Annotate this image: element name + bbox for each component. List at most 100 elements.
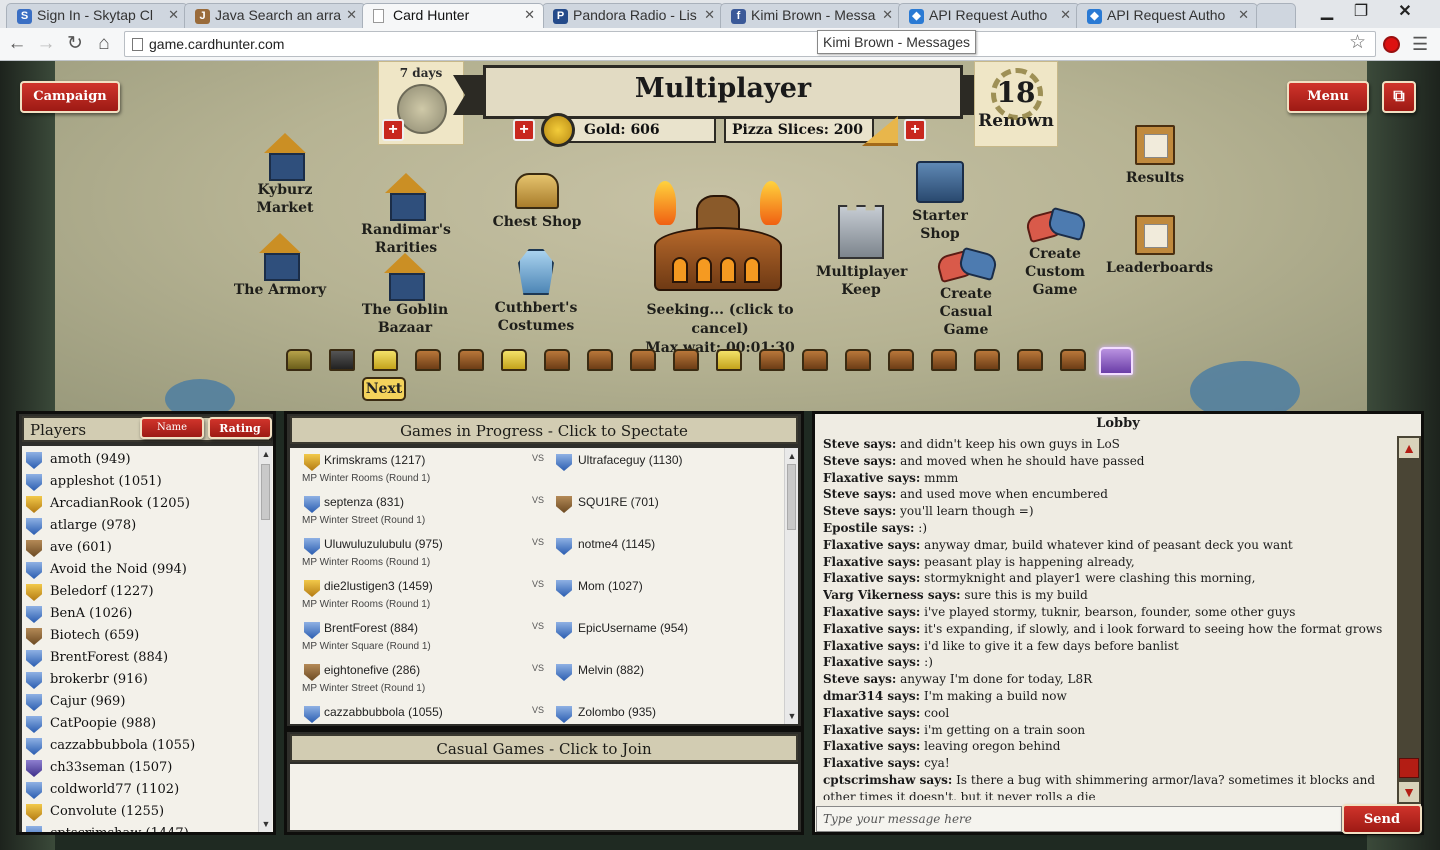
game-row[interactable]: BrentForest (884) VS EpicUsername (954) MP … <box>298 618 784 660</box>
scroll-up-icon[interactable]: ▲ <box>1399 438 1419 458</box>
chat-user[interactable]: Steve says: <box>823 487 896 501</box>
minimize-icon[interactable]: ▁ <box>1310 0 1344 24</box>
building-multiplayer-keep[interactable]: Multiplayer Keep <box>816 205 907 299</box>
chat-user[interactable]: Flaxative says: <box>823 571 920 585</box>
browser-tab[interactable]: S Sign In - Skytap Cl ✕ <box>6 3 188 28</box>
reload-icon[interactable]: ↻ <box>62 31 88 57</box>
reward-chest[interactable] <box>673 349 699 371</box>
building-starter-shop[interactable]: Starter Shop <box>894 161 986 243</box>
reward-chest[interactable] <box>931 349 957 371</box>
chat-user[interactable]: Flaxative says: <box>823 639 920 653</box>
chat-user[interactable]: Steve says: <box>823 454 896 468</box>
add-days-button[interactable]: + <box>382 119 404 141</box>
close-icon[interactable]: ✕ <box>168 7 179 23</box>
close-icon[interactable]: ✕ <box>704 7 715 23</box>
building-randimars-rarities[interactable]: Randimar's Rarities <box>336 173 476 257</box>
arena-seek-button[interactable] <box>648 181 788 293</box>
browser-tab[interactable]: J Java Search an arra ✕ <box>184 3 366 28</box>
menu-icon[interactable]: ☰ <box>1412 34 1428 55</box>
browser-tab[interactable]: f Kimi Brown - Messa ✕ <box>720 3 902 28</box>
chat-user[interactable]: Steve says: <box>823 504 896 518</box>
building-create-casual-game[interactable]: Create Casual Game <box>916 247 1016 340</box>
reward-chest[interactable] <box>716 349 742 371</box>
browser-tab[interactable]: ◆ API Request Autho ✕ <box>1076 3 1258 28</box>
scroll-down-icon[interactable]: ▼ <box>786 710 798 722</box>
forward-icon[interactable]: → <box>33 31 59 57</box>
reward-chest[interactable] <box>544 349 570 371</box>
chat-user[interactable]: cptscrimshaw says: <box>823 773 952 787</box>
fullscreen-icon[interactable]: ⧉ <box>1382 81 1416 113</box>
chat-user[interactable]: Flaxative says: <box>823 622 920 636</box>
close-icon[interactable]: ✕ <box>524 7 535 23</box>
scroll-down-icon[interactable]: ▼ <box>260 818 272 830</box>
reward-chest[interactable] <box>415 349 441 371</box>
epic-chest-icon[interactable] <box>1099 347 1133 375</box>
reward-chest[interactable] <box>888 349 914 371</box>
reward-chest-next[interactable] <box>372 349 398 371</box>
chat-user[interactable]: Steve says: <box>823 437 896 451</box>
reward-chest[interactable] <box>1017 349 1043 371</box>
campaign-button[interactable]: Campaign <box>20 81 120 113</box>
reward-chest[interactable] <box>630 349 656 371</box>
reward-chest[interactable] <box>286 349 312 371</box>
chat-user[interactable]: Flaxative says: <box>823 723 920 737</box>
reward-chest[interactable] <box>974 349 1000 371</box>
chat-scrollbar[interactable]: ▲ ▼ <box>1397 436 1421 804</box>
chat-user[interactable]: Epostile says: <box>823 521 914 535</box>
chat-user[interactable]: Varg Vikerness says: <box>823 588 961 602</box>
games-scrollbar[interactable]: ▲ ▼ <box>784 448 798 724</box>
game-row[interactable]: Krimskrams (1217) VS Ultrafaceguy (1130) MP… <box>298 450 784 492</box>
home-icon[interactable]: ⌂ <box>91 31 117 57</box>
bookmark-star-icon[interactable]: ☆ <box>1349 31 1366 54</box>
scroll-up-icon[interactable]: ▲ <box>786 450 798 462</box>
reward-chest[interactable] <box>802 349 828 371</box>
building-chest-shop[interactable]: Chest Shop <box>492 173 582 231</box>
chat-user[interactable]: Flaxative says: <box>823 471 920 485</box>
reward-chest[interactable] <box>587 349 613 371</box>
browser-tab[interactable]: ◆ API Request Autho ✕ <box>898 3 1080 28</box>
scroll-thumb[interactable] <box>787 464 796 530</box>
reward-chest[interactable] <box>845 349 871 371</box>
extension-icon[interactable] <box>1383 36 1400 53</box>
close-icon[interactable]: ✕ <box>1238 7 1249 23</box>
chat-user[interactable]: Flaxative says: <box>823 655 920 669</box>
address-bar[interactable]: game.cardhunter.com <box>124 31 1376 57</box>
chat-user[interactable]: Flaxative says: <box>823 555 920 569</box>
games-list[interactable]: Krimskrams (1217) VS Ultrafaceguy (1130) MP… <box>290 448 798 724</box>
reward-chest[interactable] <box>759 349 785 371</box>
chat-user[interactable]: Flaxative says: <box>823 706 920 720</box>
add-gold-button[interactable]: + <box>513 119 535 141</box>
game-row[interactable]: Uluwuluzulubulu (975) VS notme4 (1145) MP W… <box>298 534 784 576</box>
sort-rating-button[interactable]: Rating <box>208 417 272 439</box>
chat-user[interactable]: Steve says: <box>823 672 896 686</box>
close-icon[interactable]: ✕ <box>882 7 893 23</box>
chat-user[interactable]: Flaxative says: <box>823 538 920 552</box>
reward-chest[interactable] <box>1060 349 1086 371</box>
game-row[interactable]: cazzabbubbola (1055) VS Zolombo (935) <box>298 702 784 724</box>
chat-user[interactable]: Flaxative says: <box>823 739 920 753</box>
scroll-thumb[interactable] <box>1399 758 1419 778</box>
menu-button[interactable]: Menu <box>1287 81 1369 113</box>
browser-tab-active[interactable]: Card Hunter ✕ <box>362 3 544 28</box>
building-cuthberts-costumes[interactable]: Cuthbert's Costumes <box>490 249 582 335</box>
reward-chest[interactable] <box>329 349 355 371</box>
close-icon[interactable]: ✕ <box>346 7 357 23</box>
reward-chest[interactable] <box>501 349 527 371</box>
new-tab-button[interactable] <box>1256 3 1296 28</box>
close-window-icon[interactable]: ✕ <box>1388 0 1422 24</box>
reward-chest[interactable] <box>458 349 484 371</box>
restore-icon[interactable]: ❐ <box>1344 0 1378 24</box>
building-the-armory[interactable]: The Armory <box>228 233 332 299</box>
game-row[interactable]: septenza (831) VS SQU1RE (701) MP Winter St… <box>298 492 784 534</box>
back-icon[interactable]: ← <box>4 31 30 57</box>
close-icon[interactable]: ✕ <box>1060 7 1071 23</box>
browser-tab[interactable]: P Pandora Radio - Lis ✕ <box>542 3 724 28</box>
chat-user[interactable]: Flaxative says: <box>823 605 920 619</box>
chat-user[interactable]: Flaxative says: <box>823 756 920 770</box>
scroll-thumb[interactable] <box>261 464 270 520</box>
building-results[interactable]: Results <box>1120 125 1190 187</box>
scroll-up-icon[interactable]: ▲ <box>260 448 272 460</box>
add-pizza-button[interactable]: + <box>904 119 926 141</box>
building-kyburz-market[interactable]: Kyburz Market <box>230 133 340 217</box>
building-goblin-bazaar[interactable]: The Goblin Bazaar <box>338 253 472 337</box>
